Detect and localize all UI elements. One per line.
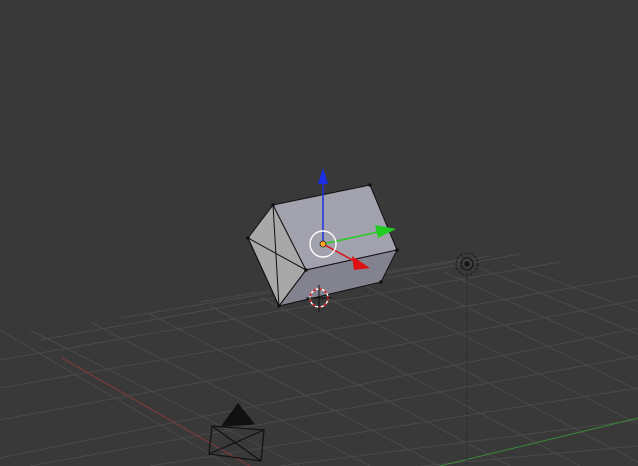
x-axis-line <box>61 357 251 466</box>
gizmo-pivot-dot <box>319 240 327 248</box>
lamp-icon[interactable] <box>455 252 479 276</box>
3d-viewport[interactable] <box>0 0 638 466</box>
gizmo-z-arrow[interactable] <box>318 168 328 184</box>
